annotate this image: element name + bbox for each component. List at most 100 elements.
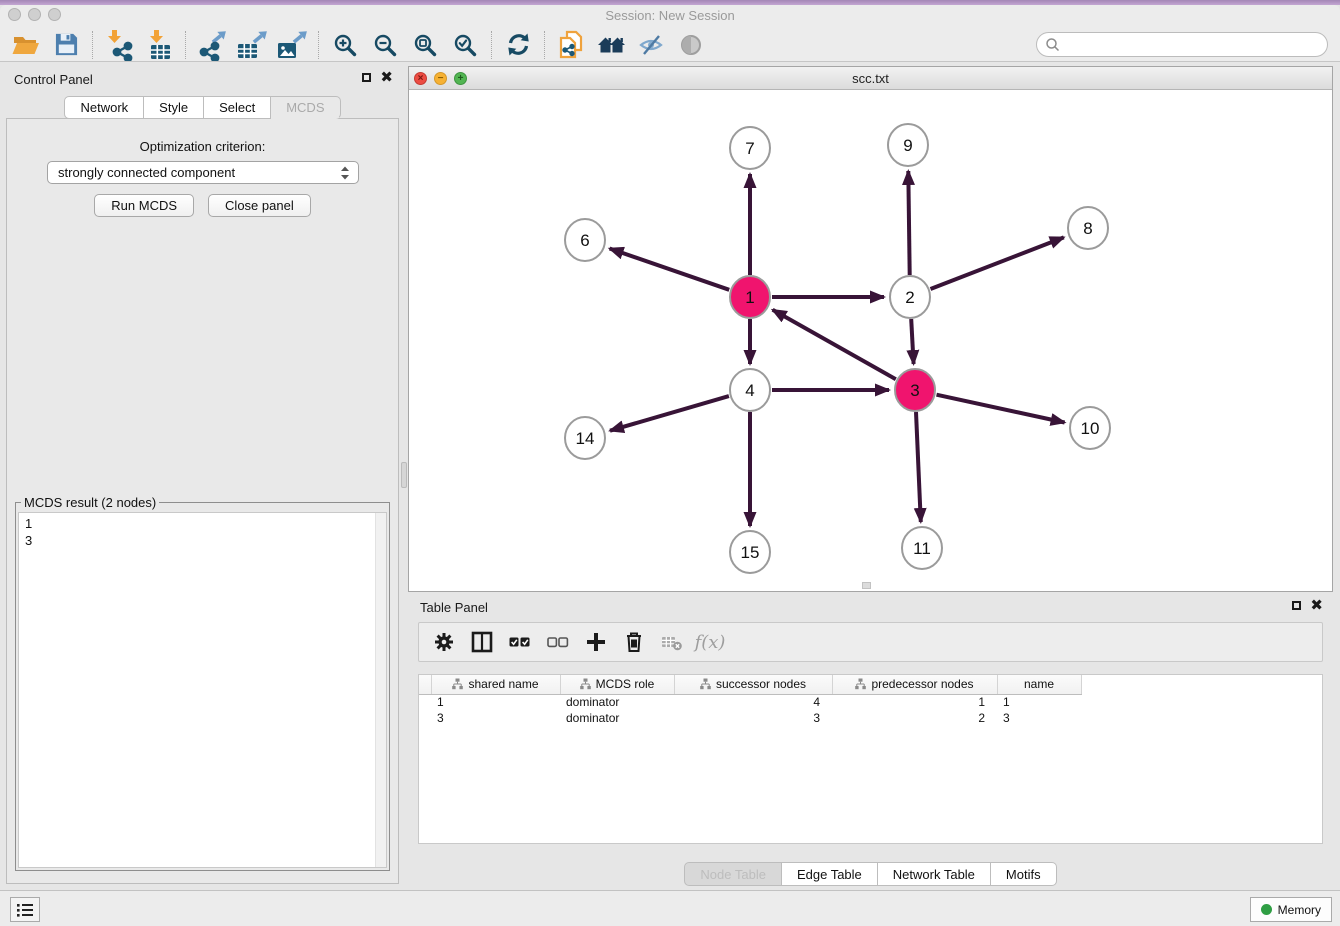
graph-edge[interactable] — [931, 237, 1064, 289]
home-view-button[interactable] — [591, 29, 631, 61]
table-cell[interactable]: 3 — [997, 710, 1081, 726]
close-panel-icon[interactable]: ✖ — [380, 72, 393, 83]
import-network-button[interactable] — [99, 29, 139, 61]
node-table[interactable]: shared nameMCDS rolesuccessor nodesprede… — [419, 675, 1082, 726]
graph-node[interactable]: 8 — [1068, 207, 1108, 249]
close-table-panel-icon[interactable]: ✖ — [1310, 600, 1323, 611]
run-mcds-button[interactable]: Run MCDS — [94, 194, 194, 217]
panel-splitter-handle[interactable] — [401, 462, 407, 488]
application-window: Session: New Session — [0, 0, 1340, 926]
graph-edge[interactable] — [610, 396, 729, 431]
export-image-button[interactable] — [272, 29, 312, 61]
graph-node[interactable]: 11 — [902, 527, 942, 569]
tab-node-table[interactable]: Node Table — [684, 862, 782, 886]
hide-network-button[interactable] — [631, 29, 671, 61]
tab-network[interactable]: Network — [64, 96, 144, 119]
table-cell[interactable]: dominator — [560, 694, 674, 710]
toolbar-separator — [491, 31, 492, 59]
zoom-out-button[interactable] — [365, 29, 405, 61]
table-panel-title: Table Panel — [420, 600, 488, 615]
add-column-button[interactable] — [579, 625, 613, 659]
graph-node[interactable]: 10 — [1070, 407, 1110, 449]
column-header[interactable]: shared name — [431, 675, 560, 694]
search-input[interactable] — [1061, 35, 1327, 55]
table-cell[interactable]: 2 — [832, 710, 997, 726]
table-cell[interactable]: dominator — [560, 710, 674, 726]
table-mode-button[interactable] — [427, 625, 461, 659]
birdseye-view-button[interactable] — [671, 29, 711, 61]
save-session-button[interactable] — [46, 29, 86, 61]
mcds-panel: Optimization criterion: strongly connect… — [6, 118, 399, 884]
zoom-in-button[interactable] — [325, 29, 365, 61]
optimization-criterion-select[interactable]: strongly connected component — [47, 161, 359, 184]
toolbar-separator — [92, 31, 93, 59]
graph-node[interactable]: 7 — [730, 127, 770, 169]
table-header-row: shared nameMCDS rolesuccessor nodesprede… — [419, 675, 1081, 694]
eye-slash-icon — [638, 32, 664, 58]
graph-node[interactable]: 4 — [730, 369, 770, 411]
graph-node[interactable]: 14 — [565, 417, 605, 459]
refresh-layout-button[interactable] — [498, 29, 538, 61]
network-canvas[interactable]: 7 9 6 8 1 2 4 3 14 10 15 11 — [409, 90, 1332, 591]
table-cell[interactable]: 1 — [832, 694, 997, 710]
float-table-panel-icon[interactable] — [1292, 601, 1301, 610]
select-all-button[interactable] — [503, 625, 537, 659]
network-graph[interactable]: 7 9 6 8 1 2 4 3 14 10 15 11 — [409, 90, 1332, 591]
graph-edge[interactable] — [916, 412, 921, 522]
graph-edge[interactable] — [610, 249, 730, 290]
export-network-button[interactable] — [192, 29, 232, 61]
zoom-fit-button[interactable] — [405, 29, 445, 61]
export-table-button[interactable] — [232, 29, 272, 61]
memory-button[interactable]: Memory — [1250, 897, 1332, 922]
table-panel: Table Panel ✖ — [408, 594, 1333, 890]
trash-icon — [623, 630, 645, 654]
table-cell[interactable]: 4 — [674, 694, 832, 710]
mcds-result-textarea[interactable]: 13 — [18, 512, 387, 868]
column-header[interactable]: successor nodes — [674, 675, 832, 694]
tab-motifs[interactable]: Motifs — [991, 862, 1057, 886]
table-cell[interactable]: 3 — [674, 710, 832, 726]
import-table-icon — [144, 29, 174, 61]
canvas-grip[interactable] — [862, 582, 871, 589]
show-columns-button[interactable] — [465, 625, 499, 659]
column-header[interactable]: predecessor nodes — [832, 675, 997, 694]
graph-node[interactable]: 2 — [890, 276, 930, 318]
result-scrollbar[interactable] — [375, 513, 386, 867]
tab-mcds[interactable]: MCDS — [271, 96, 340, 119]
graph-node[interactable]: 6 — [565, 219, 605, 261]
open-session-button[interactable] — [6, 29, 46, 61]
graph-node[interactable]: 1 — [730, 276, 770, 318]
zoom-selected-button[interactable] — [445, 29, 485, 61]
table-cell[interactable]: 1 — [431, 694, 560, 710]
network-window-titlebar[interactable]: × − + scc.txt — [409, 67, 1332, 90]
table-row[interactable]: 1dominator411 — [419, 694, 1081, 710]
deselect-all-button[interactable] — [541, 625, 575, 659]
tab-edge-table[interactable]: Edge Table — [782, 862, 878, 886]
table-cell[interactable]: 3 — [431, 710, 560, 726]
function-builder-button: f(x) — [693, 625, 727, 659]
import-table-button[interactable] — [139, 29, 179, 61]
graph-node[interactable]: 9 — [888, 124, 928, 166]
network-list-button[interactable] — [10, 897, 40, 922]
duplicate-network-button[interactable] — [551, 29, 591, 61]
tab-style[interactable]: Style — [144, 96, 204, 119]
svg-text:10: 10 — [1081, 419, 1100, 438]
graph-edge[interactable] — [908, 171, 909, 275]
graph-node[interactable]: 15 — [730, 531, 770, 573]
graph-edge[interactable] — [773, 310, 896, 379]
close-panel-button[interactable]: Close panel — [208, 194, 311, 217]
zoom-in-icon — [332, 32, 358, 58]
graph-edge[interactable] — [937, 395, 1065, 423]
svg-text:2: 2 — [905, 288, 914, 307]
tab-select[interactable]: Select — [204, 96, 271, 119]
column-header[interactable]: name — [997, 675, 1081, 694]
column-header[interactable]: MCDS role — [560, 675, 674, 694]
table-row[interactable]: 3dominator323 — [419, 710, 1081, 726]
tab-network-table[interactable]: Network Table — [878, 862, 991, 886]
table-cell[interactable]: 1 — [997, 694, 1081, 710]
float-panel-icon[interactable] — [362, 73, 371, 82]
graph-node[interactable]: 3 — [895, 369, 935, 411]
delete-column-button[interactable] — [617, 625, 651, 659]
zoom-fit-icon — [412, 32, 438, 58]
graph-edge[interactable] — [911, 319, 913, 364]
